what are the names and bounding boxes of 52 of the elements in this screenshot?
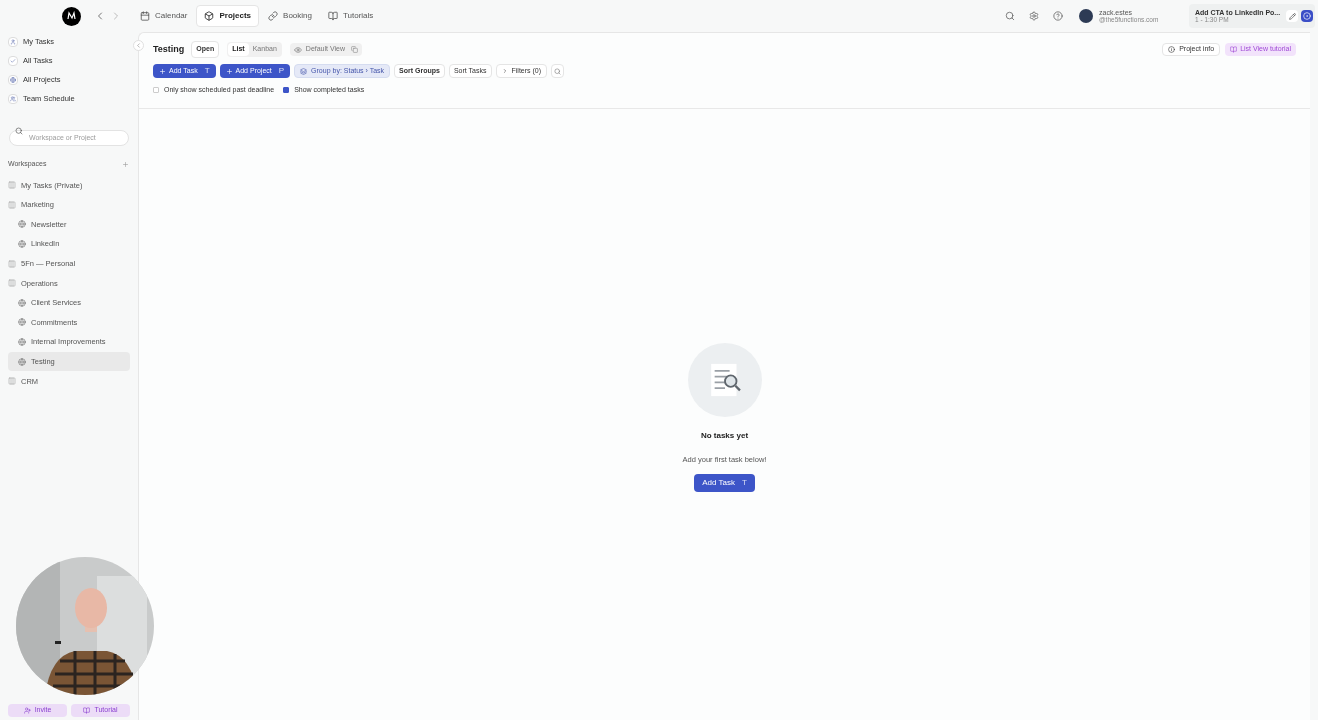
book-icon [83, 707, 91, 714]
globe-icon [8, 75, 18, 85]
add-person-icon [23, 707, 31, 714]
nav-tab[interactable]: Projects [196, 5, 260, 27]
settings-icon[interactable] [1029, 11, 1039, 21]
search-icon [15, 127, 23, 135]
record-button[interactable] [1301, 10, 1313, 22]
book-icon [327, 11, 338, 21]
plus-icon [159, 67, 166, 75]
search-button[interactable] [551, 64, 565, 78]
info-icon [1168, 46, 1176, 53]
cube-icon [204, 11, 215, 21]
chevron-right-icon [501, 68, 508, 74]
eye-icon [293, 45, 302, 54]
book-icon [1230, 46, 1238, 53]
globe-icon [18, 298, 26, 307]
add-icon[interactable] [122, 160, 129, 168]
project-title: Testing [153, 42, 185, 56]
columns-icon [8, 279, 16, 288]
globe-icon [18, 220, 26, 229]
chevron-left-icon [135, 42, 142, 49]
logo-icon[interactable] [62, 6, 81, 26]
add-task-button[interactable]: Add Task T [694, 473, 755, 492]
globe-icon [18, 318, 26, 327]
nav-tab[interactable]: Booking [261, 5, 319, 27]
columns-icon [8, 200, 16, 209]
empty-title: No tasks yet [700, 429, 749, 442]
columns-icon [8, 181, 16, 190]
search-icon[interactable] [1005, 11, 1015, 21]
plus-icon [225, 67, 233, 75]
columns-icon [8, 259, 16, 268]
link-icon [268, 11, 279, 21]
globe-icon [18, 357, 26, 366]
checkbox[interactable] [283, 87, 290, 94]
person-icon [8, 37, 18, 47]
pencil-icon [1288, 12, 1296, 20]
globe-icon [18, 240, 26, 249]
nav-tab[interactable]: Tutorials [320, 5, 381, 27]
calendar-icon [140, 11, 150, 21]
nav-tab[interactable]: Calendar [133, 5, 195, 27]
help-icon[interactable] [1053, 11, 1063, 21]
dot-icon [1303, 12, 1311, 20]
copy-icon[interactable] [351, 46, 358, 53]
layers-icon [300, 67, 308, 75]
check-icon [8, 56, 18, 66]
columns-icon [8, 377, 16, 386]
globe-icon [18, 338, 26, 347]
avatar-icon[interactable] [1079, 9, 1093, 23]
people-icon [8, 94, 18, 104]
search-icon [554, 67, 562, 75]
collapse-button[interactable] [133, 40, 144, 51]
edit-button[interactable] [1286, 10, 1298, 22]
